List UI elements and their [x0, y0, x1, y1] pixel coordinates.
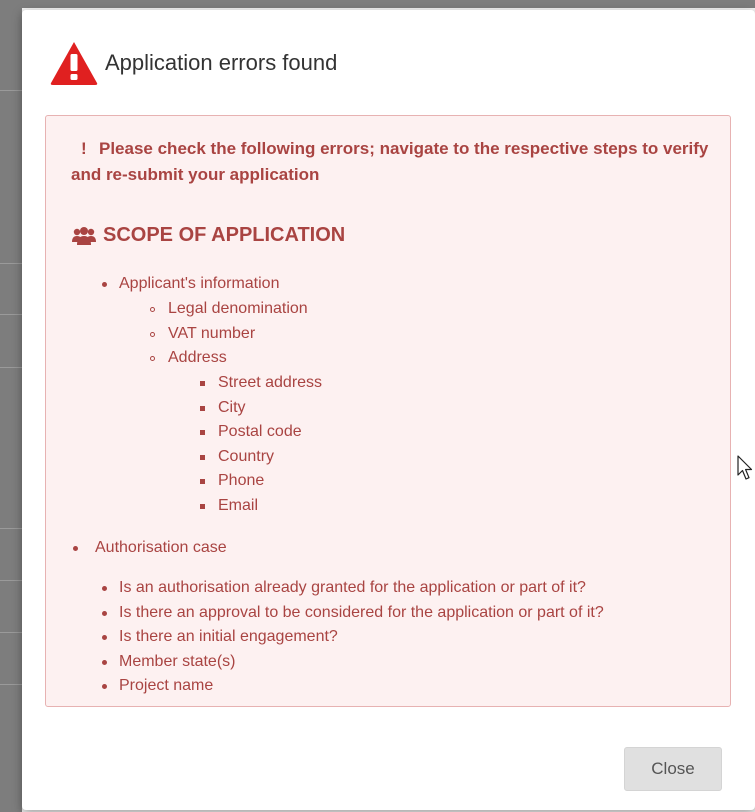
list-item-authorisation: Authorisation case [95, 539, 227, 556]
bullet-square [200, 455, 205, 460]
list-item: Postal code [218, 423, 302, 440]
users-icon [72, 226, 96, 245]
overlay-divider [0, 580, 22, 581]
list-item: Street address [218, 374, 323, 391]
warning-triangle-icon [50, 42, 98, 85]
overlay-divider [0, 90, 22, 91]
list-item: Country [218, 448, 275, 465]
dialog-title: Application errors found [105, 50, 338, 75]
list-item: Phone [218, 472, 265, 489]
bullet-disc [73, 546, 78, 551]
list-item-applicant: Applicant's information [119, 275, 280, 292]
close-button[interactable]: Close [624, 747, 722, 791]
bullet-disc [102, 660, 107, 665]
bullet-disc [102, 586, 107, 591]
bullet-circle [150, 332, 155, 337]
bullet-square [200, 430, 205, 435]
overlay-divider [0, 367, 22, 368]
bullet-disc [102, 635, 107, 640]
bullet-square [200, 479, 205, 484]
list-item: Is there an initial engagement? [119, 628, 338, 645]
bullet-disc [102, 684, 107, 689]
section-title: SCOPE OF APPLICATION [103, 224, 346, 246]
bullet-disc [102, 282, 107, 287]
bullet-square [200, 381, 205, 386]
list-item: Legal denomination [168, 300, 308, 317]
bullet-disc [102, 611, 107, 616]
overlay-divider [0, 263, 22, 264]
overlay-divider [0, 314, 22, 315]
list-item: Is an authorisation already granted for … [119, 579, 586, 596]
mouse-pointer-icon [737, 455, 753, 480]
list-item: Project name [119, 677, 214, 694]
list-item: Address [168, 349, 227, 366]
bullet-square [200, 406, 205, 411]
list-item: Email [218, 497, 259, 514]
section-heading: SCOPE OF APPLICATION [71, 224, 345, 247]
list-item: Member state(s) [119, 653, 236, 670]
error-intro: ! Please check the following errors; navi… [71, 136, 711, 188]
dialog-header: Application errors found [22, 10, 755, 110]
modal-overlay-left [0, 0, 22, 812]
modal-overlay-top [0, 0, 755, 8]
overlay-divider [0, 632, 22, 633]
exclamation-icon: ! [81, 139, 87, 158]
list-item: VAT number [168, 325, 256, 342]
error-list-panel: ! Please check the following errors; navi… [45, 115, 731, 707]
list-item: City [218, 399, 246, 416]
error-intro-text: Please check the following errors; navig… [71, 139, 709, 184]
list-item: Is there an approval to be considered fo… [119, 604, 604, 621]
bullet-circle [150, 356, 155, 361]
overlay-divider [0, 684, 22, 685]
bullet-circle [150, 307, 155, 312]
overlay-divider [0, 528, 22, 529]
error-dialog: Application errors found ! Please check t… [22, 10, 755, 810]
bullet-square [200, 504, 205, 509]
